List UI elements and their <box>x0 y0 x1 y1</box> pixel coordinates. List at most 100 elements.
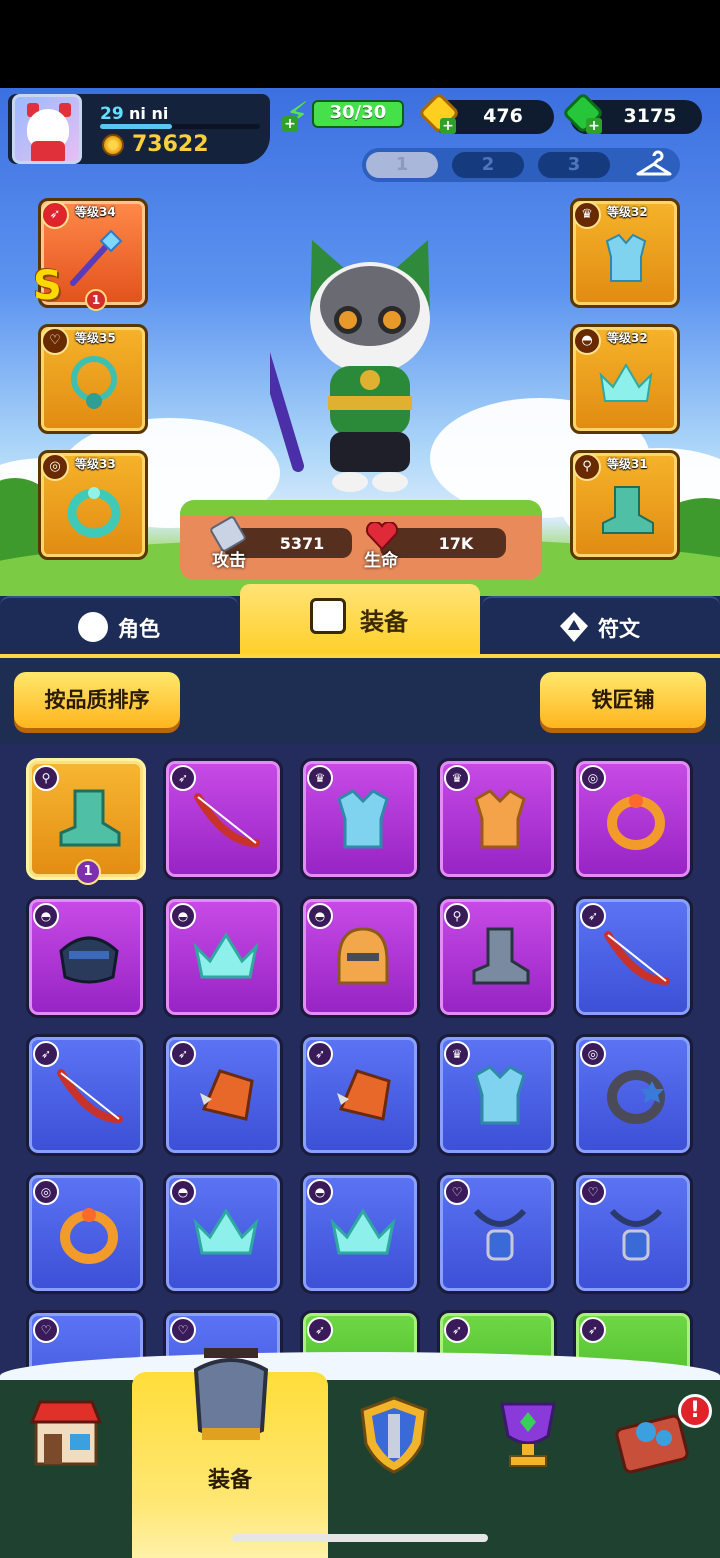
bow-type-icon: ➶ <box>41 201 69 229</box>
boots-type-icon: ⚲ <box>573 453 601 481</box>
equipment-armor-icon[interactable] <box>186 1340 276 1450</box>
necklace-icon <box>609 1208 663 1261</box>
bow-icon <box>194 793 260 847</box>
armor-icon <box>474 1065 526 1125</box>
armor-type-icon: ♛ <box>573 201 601 229</box>
tab-role-label: 角色 <box>118 617 160 641</box>
energy-value: 30/30 <box>329 102 387 123</box>
inventory-item-armor[interactable]: ♛ <box>437 1034 557 1156</box>
add-coin-icon[interactable]: + <box>440 118 456 134</box>
add-energy-icon[interactable]: + <box>282 116 298 132</box>
knight-helmet-icon <box>337 927 389 985</box>
loadout-tab-3[interactable]: 3 <box>538 152 610 178</box>
inventory-item-armor[interactable]: ♛ <box>300 758 420 880</box>
inventory-item-necklace[interactable]: ♡ <box>573 1172 693 1294</box>
equip-slot-ring[interactable]: ◎ 等级33 <box>38 450 148 560</box>
inventory-item-gauntlet[interactable]: ➶ <box>163 1034 283 1156</box>
player-avatar[interactable] <box>12 94 82 164</box>
attack-value: 5371 <box>279 534 325 553</box>
rune-icon <box>560 612 588 642</box>
necklace-icon <box>71 356 117 409</box>
main-tabs: 角色 装备 符文 <box>0 584 720 654</box>
inventory-item-bow[interactable]: ➶ <box>573 896 693 1018</box>
inventory-item-gauntlet[interactable]: ➶ <box>300 1034 420 1156</box>
hero-character[interactable] <box>270 220 470 500</box>
inventory-item-crown[interactable]: ◓ <box>163 896 283 1018</box>
player-name: ni ni <box>129 104 169 123</box>
inventory-item-ring[interactable]: ◎ <box>573 758 693 880</box>
inventory-item-bow[interactable]: ➶ <box>26 1034 146 1156</box>
inventory-item-crown[interactable]: ◓ <box>300 1172 420 1294</box>
enhance-badge: 1 <box>85 289 107 311</box>
avatar-body <box>31 141 65 161</box>
gem-value: 3175 <box>623 105 677 127</box>
coin-value: 476 <box>483 105 523 127</box>
bow-icon <box>604 931 670 985</box>
inventory-item-boots[interactable]: ⚲ <box>437 896 557 1018</box>
trophy-icon[interactable] <box>488 1394 568 1474</box>
claw-icon <box>200 1069 254 1121</box>
tab-role[interactable]: 角色 <box>0 596 238 654</box>
character-icon <box>78 612 108 642</box>
tab-rune-label: 符文 <box>598 617 640 641</box>
loadout-tabs: 1 2 3 <box>362 148 680 182</box>
armor-tab-icon <box>310 598 346 634</box>
boots-icon <box>602 486 654 534</box>
equip-slot-boots[interactable]: ⚲ 等级31 <box>570 450 680 560</box>
hp-label: 生命 <box>364 551 398 571</box>
hanger-icon[interactable] <box>634 150 674 180</box>
boots-icon <box>472 927 530 985</box>
gold-icon <box>102 134 124 156</box>
inventory-item-helmet[interactable]: ◓ <box>26 896 146 1018</box>
inventory-item-armor[interactable]: ♛ <box>437 758 557 880</box>
inventory-item-ring[interactable]: ◎ <box>26 1172 146 1294</box>
crown-icon <box>193 932 259 979</box>
equip-slot-armor[interactable]: ♛ 等级32 <box>570 198 680 308</box>
shield-icon[interactable] <box>354 1394 434 1474</box>
armor-icon <box>337 789 389 849</box>
mask-icon <box>59 936 119 984</box>
equip-slot-helmet[interactable]: ◓ 等级32 <box>570 324 680 434</box>
blacksmith-button[interactable]: 铁匠铺 <box>540 672 706 728</box>
slot-level: 等级32 <box>607 331 648 345</box>
bow-type-icon: ➶ <box>444 1317 470 1343</box>
inventory-item-bow[interactable]: ➶ <box>163 758 283 880</box>
necklace-icon <box>473 1208 527 1261</box>
inventory-item-helmet[interactable]: ◓ <box>300 896 420 1018</box>
ring-icon <box>607 1070 665 1124</box>
add-gem-icon[interactable]: + <box>586 118 602 134</box>
crown-icon <box>330 1208 396 1255</box>
equip-slot-weapon[interactable]: ➶ 等级34 S 1 <box>33 198 148 311</box>
nav-equipment-label: 装备 <box>207 1468 252 1493</box>
helmet-type-icon: ◓ <box>573 327 601 355</box>
slot-level: 等级34 <box>75 205 116 219</box>
inventory-grid: ⚲ 1 ➶ ♛ ♛ ◎ ◓ ◓ ◓ ⚲ ➶ ➶ ➶ ➶ ♛ ◎ ◎ ◓ ◓ ♡ … <box>0 744 720 1384</box>
xp-bar <box>100 124 260 129</box>
rank-s-icon: S <box>33 263 62 309</box>
slot-level: 等级33 <box>75 457 116 471</box>
tab-equipment[interactable]: 装备 <box>240 584 480 654</box>
inventory-item-necklace[interactable]: ♡ <box>437 1172 557 1294</box>
home-indicator[interactable] <box>232 1534 488 1542</box>
bow-type-icon: ➶ <box>580 1317 606 1343</box>
necklace-type-icon: ♡ <box>33 1317 59 1343</box>
player-level: 29 <box>100 104 124 124</box>
gold-value: 73622 <box>132 132 209 157</box>
ring-type-icon: ◎ <box>41 453 69 481</box>
loadout-tab-2[interactable]: 2 <box>452 152 524 178</box>
inventory-item-ring[interactable]: ◎ <box>573 1034 693 1156</box>
tab-rune[interactable]: 符文 <box>482 596 720 654</box>
inventory-item-crown[interactable]: ◓ <box>163 1172 283 1294</box>
ring-icon <box>60 1208 118 1264</box>
slot-level: 等级35 <box>75 331 116 345</box>
sort-by-quality-button[interactable]: 按品质排序 <box>14 672 180 728</box>
equip-slot-necklace[interactable]: ♡ 等级35 <box>38 324 148 434</box>
boots-icon <box>59 789 121 847</box>
shop-icon[interactable] <box>26 1392 106 1472</box>
bow-icon <box>57 1069 123 1123</box>
slot-level: 等级32 <box>607 205 648 219</box>
loadout-tab-1[interactable]: 1 <box>366 152 438 178</box>
crown-icon <box>599 363 653 402</box>
xp-bar-fill <box>100 124 172 129</box>
inventory-item-boots[interactable]: ⚲ 1 <box>26 758 146 885</box>
